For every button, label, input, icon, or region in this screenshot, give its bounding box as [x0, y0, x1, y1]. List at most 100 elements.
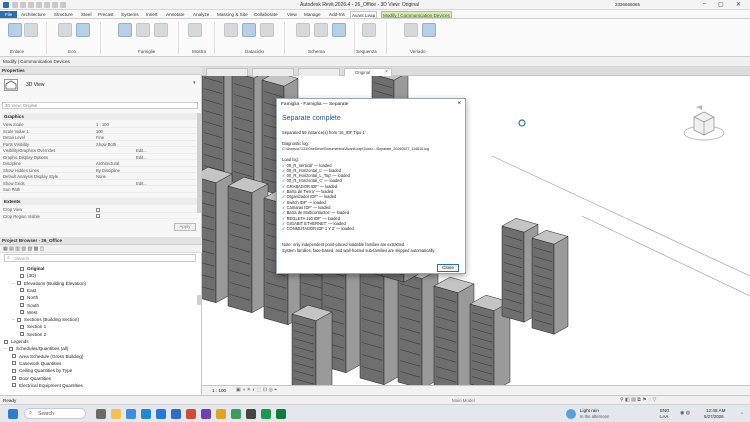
- maximize-icon[interactable]: ▢: [718, 1, 724, 8]
- open-icon[interactable]: [12, 2, 18, 8]
- property-row[interactable]: Detail Level Fine: [0, 135, 198, 141]
- windows-start-icon[interactable]: [8, 409, 18, 419]
- weather-icon[interactable]: [566, 409, 576, 419]
- property-row[interactable]: Show Hidden Lines By Discipline: [0, 168, 198, 174]
- system-tray-icons[interactable]: ◉ ◍: [680, 410, 690, 416]
- property-row[interactable]: Show Grids Edit...: [0, 181, 198, 187]
- browser-item[interactable]: − Elevations (Building Elevation): [12, 280, 86, 287]
- property-row[interactable]: View Scale 1 : 100: [0, 122, 198, 128]
- apply-button[interactable]: Apply: [174, 223, 196, 231]
- property-row[interactable]: Default Analysis Display Style None: [0, 174, 198, 180]
- print-icon[interactable]: [44, 2, 50, 8]
- view-scale[interactable]: 1 : 100: [212, 388, 226, 393]
- veriado-button[interactable]: [404, 23, 418, 37]
- weather-title[interactable]: Light rain: [580, 408, 599, 413]
- view-tab[interactable]: [206, 68, 248, 76]
- clock-time[interactable]: 12:48 AM: [706, 408, 725, 413]
- clock-date[interactable]: 5/27/2026: [704, 414, 724, 419]
- browser-item[interactable]: Electrical Equipment Quantities: [12, 382, 83, 389]
- property-value[interactable]: None: [96, 174, 106, 180]
- browser-item[interactable]: Section 1: [20, 323, 46, 330]
- browser-item[interactable]: East: [20, 287, 36, 294]
- property-value[interactable]: Architectural: [96, 161, 119, 167]
- 3d-view-icon[interactable]: [60, 2, 66, 8]
- mail-icon[interactable]: [141, 409, 151, 419]
- browser-tool-icons[interactable]: ▦ ▤ ▥ ▧ ▨ ▩ ◫: [3, 246, 44, 252]
- tab-massing-site[interactable]: Massing & Site: [216, 11, 249, 18]
- minimize-icon[interactable]: –: [703, 1, 706, 7]
- eco-button-2[interactable]: [76, 23, 90, 37]
- tab-insert[interactable]: Insert: [145, 11, 159, 18]
- status-tool-icons[interactable]: ⚲ ◧ ▤ ⧉ ⚑ ◌ ▽: [620, 397, 656, 403]
- rack-side[interactable]: [315, 311, 333, 385]
- app-icon-green[interactable]: [231, 409, 241, 419]
- tab-annotate[interactable]: Annotate: [165, 11, 185, 18]
- property-row[interactable]: Discipline Architectural: [0, 161, 198, 167]
- property-row[interactable]: Graphic Display Options Edit...: [0, 155, 198, 161]
- browser-item[interactable]: North: [20, 294, 38, 301]
- tab-modify-communication-devices[interactable]: Modify | Communication Devices: [381, 11, 452, 18]
- view-control-icons[interactable]: ▣ ◑ ☀ ◐ ⬚ ⊡ ◎ ⌖: [236, 387, 277, 393]
- rack-cabinet[interactable]: [202, 76, 225, 183]
- property-value[interactable]: By Discipline: [96, 168, 120, 174]
- property-row[interactable]: Scale Value 1: 100: [0, 129, 198, 134]
- tab-precast[interactable]: Precast: [97, 11, 115, 18]
- sequenza-button[interactable]: [362, 23, 376, 37]
- tab-steel[interactable]: Steel: [80, 11, 92, 18]
- save-icon[interactable]: [20, 2, 26, 8]
- rack-side[interactable]: [553, 236, 569, 335]
- dialog-close-icon[interactable]: ×: [457, 101, 461, 107]
- view-tab[interactable]: [298, 68, 340, 76]
- tab-file[interactable]: File: [0, 11, 17, 18]
- revit-taskbar-icon[interactable]: [156, 409, 166, 419]
- app-icon-yellow[interactable]: [216, 409, 226, 419]
- browser-item[interactable]: Legends: [4, 338, 29, 345]
- rack-cabinet[interactable]: [433, 285, 459, 385]
- rack-cabinet[interactable]: [469, 303, 495, 385]
- view-tab[interactable]: [252, 68, 294, 76]
- enlace-button[interactable]: [8, 23, 22, 37]
- property-edit[interactable]: Edit...: [136, 181, 147, 187]
- excel-icon[interactable]: [261, 409, 271, 419]
- veriado-button-2[interactable]: [422, 23, 436, 37]
- notification-icon[interactable]: ◔: [740, 411, 743, 417]
- sheets-icon[interactable]: [276, 409, 286, 419]
- vscode-icon[interactable]: [171, 409, 181, 419]
- browser-item[interactable]: Section 2: [20, 331, 46, 338]
- property-row[interactable]: Sun Path: [0, 187, 198, 193]
- edge-icon[interactable]: [126, 409, 136, 419]
- schema-button[interactable]: [296, 23, 310, 37]
- tab-structure[interactable]: Structure: [53, 11, 74, 18]
- browser-item[interactable]: {3D}: [20, 272, 36, 279]
- enlace-button-2[interactable]: [24, 23, 38, 37]
- view-tab-original[interactable]: Original ×: [344, 68, 392, 76]
- schema-button-2[interactable]: [314, 23, 328, 37]
- property-row[interactable]: Visibility/Graphics Overrides Edit...: [0, 148, 198, 154]
- file-explorer-icon[interactable]: [111, 409, 121, 419]
- famiglie-button-2[interactable]: [136, 23, 150, 37]
- browser-item[interactable]: Door Quantities: [12, 375, 51, 382]
- tab-collaborate[interactable]: Collaborate: [253, 11, 279, 18]
- type-dropdown-icon[interactable]: ▾: [193, 80, 196, 86]
- viewcube[interactable]: [682, 103, 726, 147]
- user-account[interactable]: 3336666065: [615, 2, 640, 7]
- section-extents[interactable]: Extents: [2, 198, 198, 205]
- properties-scrollbar[interactable]: [197, 113, 201, 213]
- task-view-icon[interactable]: [96, 409, 106, 419]
- language-code[interactable]: ENG: [660, 408, 670, 413]
- app-icon-purple[interactable]: [201, 409, 211, 419]
- property-row[interactable]: Parts Visibility Show Both: [0, 142, 198, 147]
- browser-item[interactable]: West: [20, 309, 37, 316]
- redo-icon[interactable]: [36, 2, 42, 8]
- app-icon-red[interactable]: [186, 409, 196, 419]
- keyboard-layout[interactable]: LAA: [660, 414, 668, 419]
- property-edit[interactable]: Edit...: [136, 155, 147, 161]
- mostra-button[interactable]: [188, 23, 202, 37]
- taskbar-search[interactable]: ⌕ Search: [24, 408, 86, 419]
- dataciclo-button-3[interactable]: [260, 23, 274, 37]
- browser-search[interactable]: ⌕ Search: [4, 254, 196, 262]
- browser-item[interactable]: Area Schedule (Gross Building): [12, 353, 83, 360]
- dataciclo-button-2[interactable]: [242, 23, 256, 37]
- dataciclo-button[interactable]: [224, 23, 238, 37]
- instance-selector[interactable]: 3D View: Original: [2, 102, 198, 109]
